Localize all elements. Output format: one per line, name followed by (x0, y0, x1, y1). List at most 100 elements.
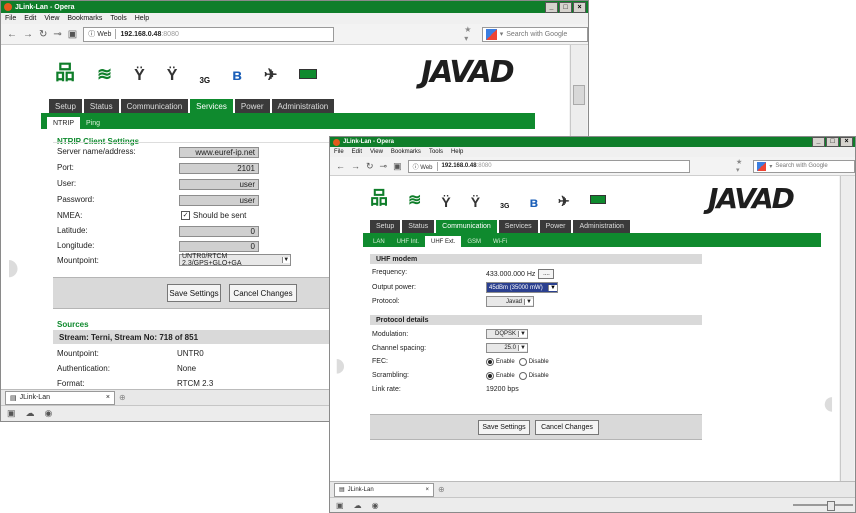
subtab-wifi[interactable]: Wi-Fi (487, 236, 513, 247)
forward-arrow-icon[interactable]: → (351, 161, 360, 171)
back-arrow-icon[interactable]: ← (7, 29, 17, 40)
subtab-uhf-ext[interactable]: UHF Ext. (425, 236, 462, 247)
menu-tools[interactable]: Tools (110, 15, 126, 22)
front-title-bar[interactable]: JLink-Lan - Opera _ □ × (330, 137, 855, 147)
longitude-field[interactable]: 0 (179, 241, 259, 252)
fec-disable-radio[interactable] (518, 358, 527, 366)
tab-services[interactable]: Services (190, 99, 233, 113)
back-menu-bar: File Edit View Bookmarks Tools Help (1, 13, 588, 24)
front-page-tab-strip: ▤ JLink-Lan × ⊕ (330, 481, 855, 497)
subtab-ntrip[interactable]: NTRIP (47, 117, 80, 129)
nmea-checkbox[interactable]: ✓ (181, 211, 190, 220)
menu-tools[interactable]: Tools (429, 149, 443, 155)
tab-administration[interactable]: Administration (573, 220, 630, 233)
speed-dial-icon[interactable]: ▣ (393, 161, 402, 172)
protocol-details-header: Protocol details (370, 315, 702, 325)
menu-edit[interactable]: Edit (352, 149, 362, 155)
cancel-changes-button[interactable]: Cancel Changes (229, 284, 297, 302)
minimize-button[interactable]: _ (812, 137, 825, 147)
modulation-select[interactable]: DQPSK ▼ (486, 329, 528, 339)
menu-bookmarks[interactable]: Bookmarks (391, 149, 421, 155)
subtab-uhf-int[interactable]: UHF Int. (391, 236, 425, 247)
close-button[interactable]: × (840, 137, 853, 147)
tab-communication[interactable]: Communication (120, 99, 189, 113)
tab-administration[interactable]: Administration (271, 99, 335, 113)
password-field[interactable]: user (179, 195, 259, 206)
menu-file[interactable]: File (334, 149, 344, 155)
front-scrollbar[interactable] (840, 176, 854, 481)
tab-status[interactable]: Status (402, 220, 435, 233)
frequency-edit-button[interactable]: .... (538, 269, 555, 279)
detail-auth-label: Authentication: (57, 364, 110, 373)
close-tab-icon[interactable]: × (425, 487, 429, 493)
scrambling-disable-radio[interactable] (518, 372, 527, 380)
mountpoint-select[interactable]: UNTR0/RTCM 2.3/GPS+GLO+GA ▼ (179, 253, 291, 267)
tab-power[interactable]: Power (234, 99, 270, 113)
star-icon[interactable]: ★ ▾ (464, 25, 476, 43)
new-tab-icon[interactable]: ⊕ (119, 393, 126, 402)
key-icon[interactable]: ⊸ (380, 161, 388, 172)
maximize-button[interactable]: □ (559, 2, 572, 13)
cloud-icon[interactable]: ☁ (354, 501, 362, 510)
forward-arrow-icon[interactable]: → (23, 29, 33, 40)
tab-communication[interactable]: Communication (436, 220, 497, 233)
page-tab[interactable]: ▤ JLink-Lan × (334, 482, 434, 497)
close-tab-icon[interactable]: × (106, 394, 110, 401)
search-input[interactable]: ▾ Search with Google (481, 26, 588, 42)
key-icon[interactable]: ⊸ (53, 29, 61, 40)
server-field[interactable]: www.euref-ip.net (179, 147, 259, 158)
output-power-select[interactable]: 45dBm (35000 mW) ▼ (486, 282, 558, 293)
subtab-gsm[interactable]: GSM (461, 236, 487, 247)
back-title-bar[interactable]: JLink-Lan - Opera _ □ × (1, 1, 588, 13)
chevron-down-icon: ▼ (548, 284, 557, 291)
reload-icon[interactable]: ↻ (39, 29, 47, 40)
back-arrow-icon[interactable]: ← (336, 161, 345, 171)
channel-spacing-select[interactable]: 25.0 ▼ (486, 343, 528, 353)
scrambling-enable-radio[interactable] (486, 372, 494, 380)
panel-icon[interactable]: ▣ (7, 408, 16, 419)
menu-edit[interactable]: Edit (24, 15, 36, 22)
unite-icon[interactable]: ◉ (45, 408, 53, 419)
address-bar[interactable]: ⓘ Web 192.168.0.48:8080 (407, 159, 690, 173)
tab-services[interactable]: Services (498, 220, 538, 233)
frequency-label: Frequency: (372, 269, 408, 276)
detail-mountpoint-label: Mountpoint: (57, 349, 99, 358)
menu-help[interactable]: Help (135, 15, 149, 22)
reload-icon[interactable]: ↻ (366, 161, 374, 172)
tab-status[interactable]: Status (83, 99, 119, 113)
tab-power[interactable]: Power (539, 220, 572, 233)
cloud-icon[interactable]: ☁ (26, 408, 35, 419)
tab-setup[interactable]: Setup (49, 99, 82, 113)
star-icon[interactable]: ★ ▾ (736, 158, 747, 174)
menu-help[interactable]: Help (451, 149, 463, 155)
back-scrollbar-thumb[interactable] (573, 85, 585, 105)
subtab-ping[interactable]: Ping (80, 117, 106, 129)
minimize-button[interactable]: _ (545, 2, 558, 13)
menu-file[interactable]: File (5, 15, 16, 22)
search-input[interactable]: ▾ Search with Google (753, 159, 855, 173)
unite-icon[interactable]: ◉ (372, 501, 379, 510)
zoom-slider[interactable] (793, 501, 853, 511)
cancel-changes-button[interactable]: Cancel Changes (535, 420, 599, 435)
page-tab[interactable]: ▤ JLink-Lan × (5, 390, 115, 405)
protocol-select[interactable]: Javad ▼ (486, 296, 534, 307)
tab-setup[interactable]: Setup (370, 220, 401, 233)
menu-view[interactable]: View (44, 15, 59, 22)
port-field[interactable]: 2101 (179, 163, 259, 174)
menu-bookmarks[interactable]: Bookmarks (67, 15, 102, 22)
fec-enable-radio[interactable] (486, 358, 494, 366)
watermark-icon: ◗ (330, 346, 351, 384)
zoom-slider-handle[interactable] (827, 501, 835, 511)
close-button[interactable]: × (573, 2, 586, 13)
panel-icon[interactable]: ▣ (336, 501, 344, 510)
maximize-button[interactable]: □ (826, 137, 839, 147)
menu-view[interactable]: View (370, 149, 383, 155)
save-settings-button[interactable]: Save Settings (478, 420, 530, 435)
save-settings-button[interactable]: Save Settings (167, 284, 221, 302)
latitude-field[interactable]: 0 (179, 226, 259, 237)
new-tab-icon[interactable]: ⊕ (438, 485, 445, 494)
user-field[interactable]: user (179, 179, 259, 190)
address-bar[interactable]: ⓘ Web 192.168.0.48:8080 (83, 26, 335, 42)
subtab-lan[interactable]: LAN (367, 236, 391, 247)
speed-dial-icon[interactable]: ▣ (68, 29, 77, 40)
